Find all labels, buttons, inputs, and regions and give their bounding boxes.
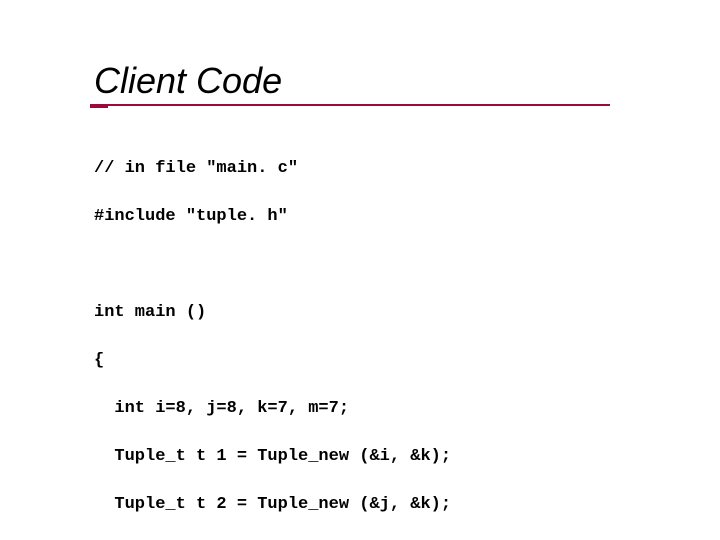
slide-title: Client Code xyxy=(94,60,720,102)
code-line: Tuple_t t 2 = Tuple_new (&j, &k); xyxy=(94,493,720,517)
code-line: int i=8, j=8, k=7, m=7; xyxy=(94,397,720,421)
title-underline xyxy=(90,104,610,107)
code-line: #include "tuple. h" xyxy=(94,205,720,229)
underline-tick xyxy=(90,106,108,108)
code-line: { xyxy=(94,349,720,373)
title-block: Client Code xyxy=(94,60,720,107)
underline-bar xyxy=(90,104,610,106)
slide: Client Code // in file "main. c" #includ… xyxy=(0,0,720,540)
code-block: // in file "main. c" #include "tuple. h"… xyxy=(94,133,720,540)
code-line: // in file "main. c" xyxy=(94,157,720,181)
code-line: int main () xyxy=(94,301,720,325)
blank-line xyxy=(94,253,720,277)
code-line: Tuple_t t 1 = Tuple_new (&i, &k); xyxy=(94,445,720,469)
